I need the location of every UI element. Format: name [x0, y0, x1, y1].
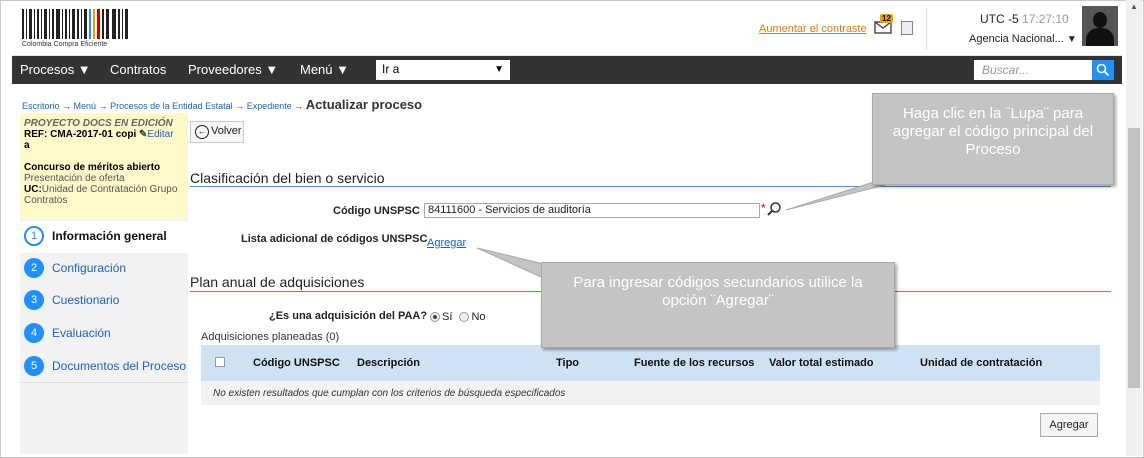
- nav-proveedores[interactable]: Proveedores ▼: [188, 62, 278, 77]
- col-tipo[interactable]: Tipo: [556, 357, 579, 369]
- acquisitions-table-header: Código UNSPSC Descripción Tipo Fuente de…: [201, 345, 1100, 381]
- breadcrumb-escritorio[interactable]: Escritorio: [22, 101, 60, 111]
- section-title-paa: Plan anual de adquisiciones: [190, 274, 365, 290]
- process-ref: REF: CMA-2017-01 copi ✎Editar: [24, 129, 184, 140]
- process-phase: Presentación de oferta: [24, 173, 125, 184]
- nav-menu[interactable]: Menú ▼: [300, 62, 349, 77]
- table-empty-row: No existen resultados que cumplan con lo…: [201, 381, 1100, 405]
- scroll-thumb[interactable]: [1128, 128, 1140, 388]
- vertical-scrollbar[interactable]: ▲: [1126, 0, 1142, 456]
- empty-message: No existen resultados que cumplan con lo…: [213, 388, 566, 399]
- col-fuente-recursos[interactable]: Fuente de los recursos: [634, 357, 754, 369]
- breadcrumb-procesos[interactable]: Procesos de la Entidad Estatal: [110, 101, 233, 111]
- step-number: 4: [24, 323, 44, 343]
- step-documentos[interactable]: 5 Documentos del Proceso: [20, 351, 188, 383]
- col-unidad-contratacion[interactable]: Unidad de contratación: [920, 357, 1042, 369]
- utc-clock: UTC -5 17:27:10: [980, 12, 1069, 26]
- step-number: 2: [24, 258, 44, 278]
- planned-acquisitions-label: Adquisiciones planeadas (0): [201, 331, 340, 343]
- step-number: 5: [24, 356, 44, 376]
- step-informacion-general[interactable]: 1 Información general: [20, 221, 188, 253]
- project-status: PROYECTO DOCS EN EDICIÓN: [24, 118, 173, 129]
- step-number: 3: [24, 290, 44, 310]
- barcode-logo-icon: [22, 9, 132, 39]
- step-label: Documentos del Proceso: [52, 359, 187, 373]
- paa-question: ¿Es una adquisición del PAA?: [269, 310, 428, 322]
- logo-text: Colombia Compra Eficiente: [22, 41, 108, 48]
- contracting-unit: UC:Unidad de Contratación Grupo Contrato…: [24, 184, 184, 206]
- unspsc-label: Código UNSPSC: [333, 205, 420, 217]
- step-label: Configuración: [52, 261, 127, 275]
- mail-count-badge: 12: [880, 14, 893, 23]
- arrow-left-icon: ←: [195, 125, 209, 139]
- document-icon[interactable]: [901, 21, 913, 35]
- breadcrumb-arrow: →: [62, 101, 72, 111]
- breadcrumb-menu[interactable]: Menú: [74, 101, 97, 111]
- utc-time: 17:27:10: [1022, 12, 1069, 26]
- process-type: Concurso de méritos abierto: [24, 162, 161, 173]
- colombia-compra-logo[interactable]: Colombia Compra Eficiente: [22, 9, 132, 51]
- step-number: 1: [24, 226, 44, 246]
- paa-radio-group: Sí No: [430, 311, 486, 323]
- additional-codes-label: Lista adicional de códigos UNSPSC: [241, 233, 428, 245]
- search-input[interactable]: Buscar...: [974, 60, 1092, 80]
- callout-lupa: Haga clic en la ¨Lupa¨ para agregar el c…: [872, 93, 1114, 185]
- step-cuestionario[interactable]: 3 Cuestionario: [20, 285, 188, 317]
- nav-contratos[interactable]: Contratos: [110, 62, 166, 77]
- chevron-down-icon: ▼: [1066, 34, 1077, 45]
- process-ref-tail: a: [24, 140, 30, 151]
- page-title: Actualizar proceso: [305, 97, 423, 112]
- breadcrumb-arrow: →: [235, 101, 245, 111]
- nav-procesos[interactable]: Procesos ▼: [20, 62, 91, 77]
- col-descripcion[interactable]: Descripción: [357, 357, 420, 369]
- callout-agregar: Para ingresar códigos secundarios utilic…: [541, 262, 895, 348]
- process-summary: PROYECTO DOCS EN EDICIÓN REF: CMA-2017-0…: [20, 113, 188, 219]
- breadcrumb: Escritorio → Menú → Procesos de la Entid…: [22, 97, 422, 112]
- paa-yes-label: Sí: [442, 311, 453, 323]
- breadcrumb-arrow: →: [98, 101, 108, 111]
- step-label: Información general: [52, 229, 167, 243]
- magnifier-icon[interactable]: [766, 201, 782, 217]
- uc-value: Unidad de Contratación Grupo Contratos: [24, 184, 178, 206]
- increase-contrast-link[interactable]: Aumentar el contraste: [759, 23, 867, 35]
- paa-yes-radio[interactable]: [430, 312, 440, 323]
- goto-label: Ir a: [382, 62, 400, 76]
- add-codes-link[interactable]: Agregar: [427, 237, 466, 249]
- breadcrumb-expediente[interactable]: Expediente: [247, 101, 292, 111]
- step-configuracion[interactable]: 2 Configuración: [20, 253, 188, 285]
- edit-link[interactable]: Editar: [147, 129, 173, 140]
- main-nav: Procesos ▼ Contratos Proveedores ▼ Menú …: [12, 56, 1122, 84]
- uc-label: UC:: [24, 184, 42, 195]
- back-button-label: Volver: [211, 125, 242, 137]
- col-valor-estimado[interactable]: Valor total estimado: [769, 357, 874, 369]
- add-acquisition-button[interactable]: Agregar: [1040, 413, 1098, 437]
- agency-selector[interactable]: Agencia Nacional... ▼: [969, 33, 1077, 45]
- back-button[interactable]: ← Volver: [190, 121, 244, 143]
- process-ref-text: REF: CMA-2017-01 copi: [24, 129, 137, 140]
- section-title-clasificacion: Clasificación del bien o servicio: [190, 170, 385, 186]
- agency-name: Agencia Nacional...: [969, 33, 1064, 45]
- section-divider: [190, 186, 1111, 187]
- paa-no-label: No: [471, 311, 486, 323]
- required-mark: *: [761, 201, 766, 215]
- paa-no-radio[interactable]: [459, 312, 470, 323]
- step-label: Cuestionario: [52, 293, 120, 307]
- header-divider: [926, 8, 927, 50]
- goto-select[interactable]: Ir a ▼: [376, 60, 510, 80]
- search-icon[interactable]: [1092, 60, 1114, 80]
- step-evaluacion[interactable]: 4 Evaluación: [20, 318, 188, 350]
- unspsc-field[interactable]: 84111600 - Servicios de auditoría: [424, 203, 760, 218]
- col-codigo-unspsc[interactable]: Código UNSPSC: [253, 357, 340, 369]
- utc-label: UTC -5: [980, 12, 1019, 26]
- chevron-down-icon: ▼: [494, 64, 504, 75]
- user-avatar[interactable]: [1082, 6, 1118, 46]
- process-steps: 1 Información general 2 Configuración 3 …: [20, 219, 188, 454]
- breadcrumb-arrow: →: [294, 101, 304, 111]
- step-label: Evaluación: [52, 326, 111, 340]
- top-header: Colombia Compra Eficiente Aumentar el co…: [12, 4, 1122, 56]
- scroll-up-icon[interactable]: ▲: [1126, 0, 1142, 14]
- select-all-checkbox[interactable]: [215, 357, 225, 367]
